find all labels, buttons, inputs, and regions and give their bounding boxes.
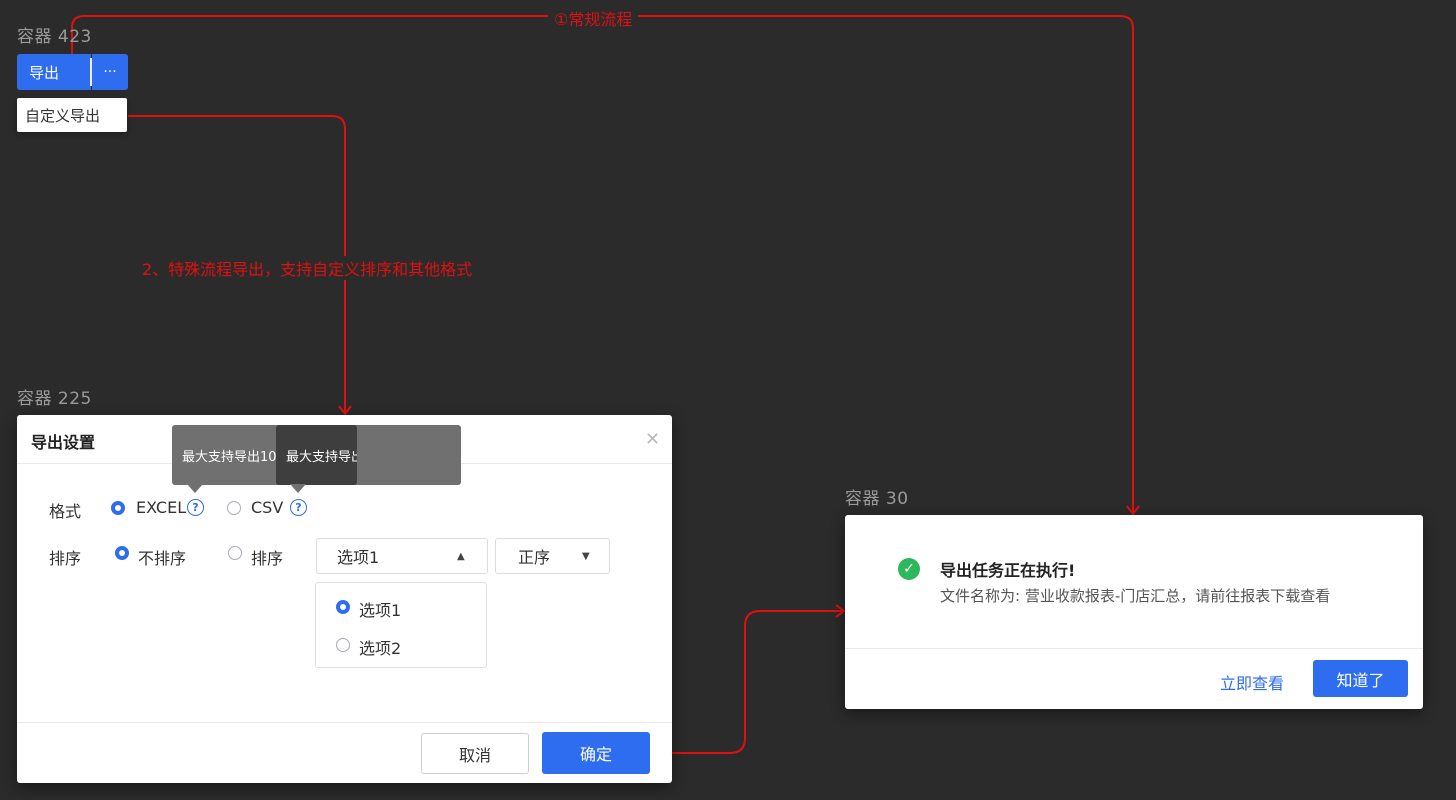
container-225-label: 容器 225 xyxy=(17,389,92,409)
radio-sort-label: 排序 xyxy=(251,549,284,568)
tooltip-front-pointer xyxy=(290,484,306,493)
confirm-flow-line xyxy=(652,610,843,754)
normal-flow-label: ①常规流程 xyxy=(548,6,639,30)
radio-excel[interactable] xyxy=(111,501,125,515)
sort-order-select-value: 正序 xyxy=(518,548,551,567)
dialog-title: 导出设置 xyxy=(31,433,96,452)
close-icon[interactable]: ✕ xyxy=(645,429,660,450)
chevron-down-icon: ▼ xyxy=(582,551,590,562)
dialog-footer-divider xyxy=(17,722,672,723)
radio-no-sort[interactable] xyxy=(115,546,129,560)
sort-order-select[interactable]: 正序 ▼ xyxy=(495,538,610,574)
option-2-label[interactable]: 选项2 xyxy=(359,635,401,659)
more-options-button[interactable]: ··· xyxy=(92,54,128,90)
option-1-label[interactable]: 选项1 xyxy=(359,597,401,621)
sort-field-options: 选项1 选项2 xyxy=(315,582,487,668)
csv-help-icon[interactable]: ? xyxy=(290,499,307,516)
export-button[interactable]: 导出 xyxy=(17,54,91,90)
option-2-radio[interactable] xyxy=(336,638,350,652)
container-30-label: 容器 30 xyxy=(845,489,909,509)
format-label: 格式 xyxy=(49,502,82,521)
container-423-label: 容器 423 xyxy=(17,27,92,47)
tooltip-back-pointer xyxy=(187,484,203,493)
notice-divider xyxy=(845,648,1423,649)
radio-no-sort-label: 不排序 xyxy=(138,549,187,568)
notice-body: 文件名称为: 营业收款报表-门店汇总，请前往报表下载查看 xyxy=(940,587,1331,605)
radio-csv[interactable] xyxy=(227,501,241,515)
confirm-button[interactable]: 确定 xyxy=(542,732,650,774)
tooltip-back-text: 最大支持导出10 xyxy=(182,449,277,465)
special-flow-label: 2、特殊流程导出，支持自定义排序和其他格式 xyxy=(136,256,479,280)
excel-help-icon[interactable]: ? xyxy=(187,499,204,516)
option-1-radio[interactable] xyxy=(336,600,350,614)
sort-field-select-value: 选项1 xyxy=(337,548,380,567)
tooltip-front-text: 最大支持导出1000w条数据 xyxy=(286,449,357,465)
export-notice-dialog: ✓ 导出任务正在执行! 文件名称为: 营业收款报表-门店汇总，请前往报表下载查看… xyxy=(845,515,1423,709)
custom-export-menu-item[interactable]: 自定义导出 xyxy=(17,98,127,132)
radio-sort[interactable] xyxy=(228,546,242,560)
radio-excel-label: EXCEL xyxy=(136,498,187,517)
chevron-up-icon: ▲ xyxy=(457,551,465,562)
radio-csv-label: CSV xyxy=(251,498,284,517)
sort-field-select[interactable]: 选项1 ▲ xyxy=(316,538,488,574)
tooltip-front: 最大支持导出1000w条数据 xyxy=(276,425,357,485)
notice-title: 导出任务正在执行! xyxy=(940,561,1076,580)
got-it-button[interactable]: 知道了 xyxy=(1313,660,1408,697)
check-circle-icon: ✓ xyxy=(898,558,920,580)
cancel-button[interactable]: 取消 xyxy=(421,733,529,774)
sort-label: 排序 xyxy=(49,549,82,568)
view-now-link[interactable]: 立即查看 xyxy=(1220,670,1284,694)
export-settings-dialog: 导出设置 ✕ 最大支持导出10 最大支持导出1000w条数据 格式 EXCEL … xyxy=(17,415,672,783)
